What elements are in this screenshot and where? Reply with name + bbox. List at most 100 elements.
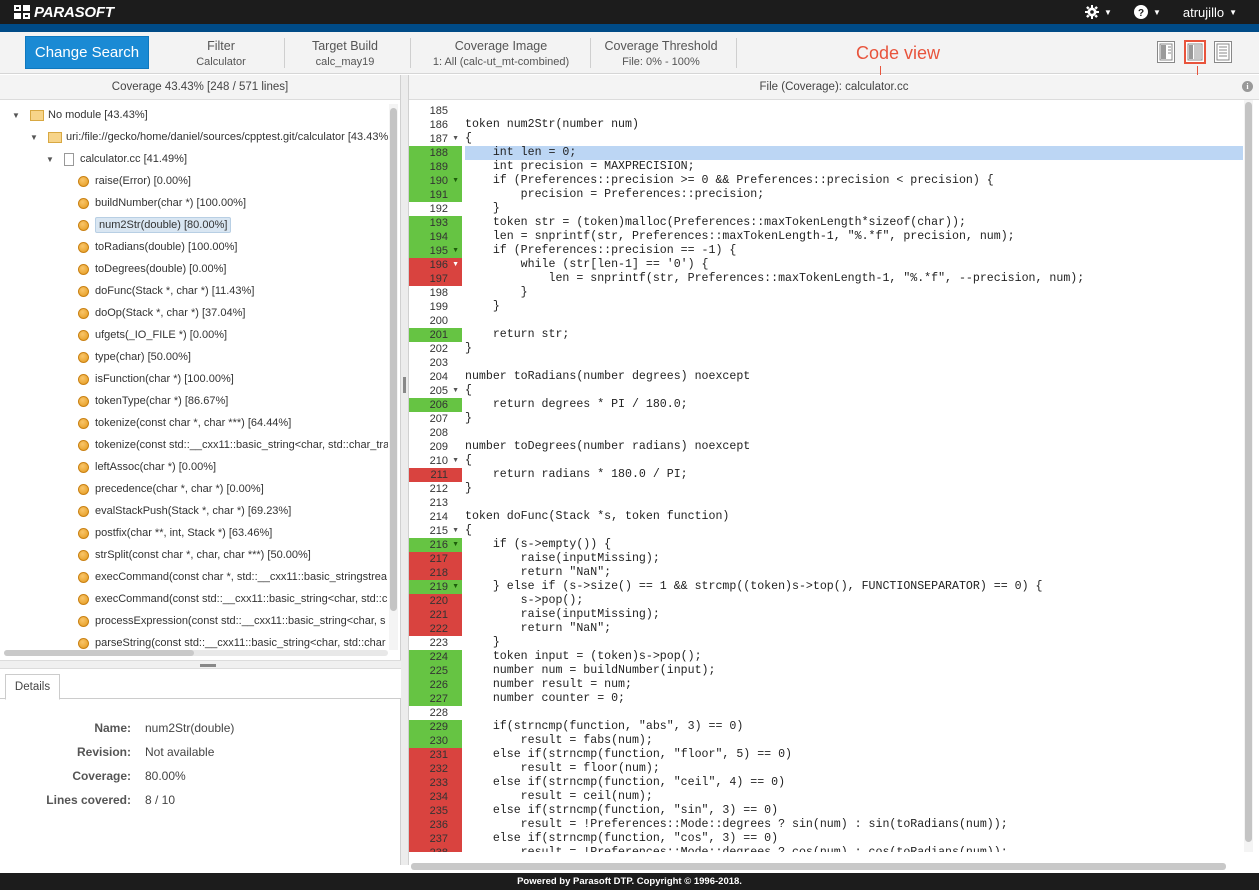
tree-node-function[interactable]: isFunction(char *) [100.00%] bbox=[78, 369, 234, 389]
target-build-info[interactable]: Target Build calc_may19 bbox=[290, 38, 400, 70]
tree-node-function[interactable]: toDegrees(double) [0.00%] bbox=[78, 259, 226, 279]
tree-node-function[interactable]: ufgets(_IO_FILE *) [0.00%] bbox=[78, 325, 227, 345]
expand-toggle-icon[interactable]: ▼ bbox=[46, 155, 56, 164]
fold-toggle-icon[interactable]: ▼ bbox=[452, 132, 459, 146]
code-line[interactable]: 212} bbox=[409, 482, 1243, 496]
code-line[interactable]: 200 bbox=[409, 314, 1243, 328]
expand-toggle-icon[interactable]: ▼ bbox=[12, 111, 22, 120]
help-menu[interactable]: ? ▼ bbox=[1133, 5, 1161, 19]
settings-menu[interactable]: ▼ bbox=[1085, 5, 1112, 19]
code-vertical-scrollbar[interactable] bbox=[1244, 100, 1253, 852]
tree-node-function[interactable]: execCommand(const char *, std::__cxx11::… bbox=[78, 567, 387, 587]
change-search-button[interactable]: Change Search bbox=[25, 36, 149, 69]
fold-toggle-icon[interactable]: ▼ bbox=[452, 524, 459, 538]
tree-node-function[interactable]: leftAssoc(char *) [0.00%] bbox=[78, 457, 216, 477]
code-line[interactable]: 193 token str = (token)malloc(Preference… bbox=[409, 216, 1243, 230]
code-line[interactable]: 228 bbox=[409, 706, 1243, 720]
code-line[interactable]: 191 precision = Preferences::precision; bbox=[409, 188, 1243, 202]
tree-node-module[interactable]: ▼ No module [43.43%] bbox=[12, 105, 148, 125]
coverage-threshold-info[interactable]: Coverage Threshold File: 0% - 100% bbox=[596, 38, 726, 70]
tree-node-function[interactable]: tokenType(char *) [86.67%] bbox=[78, 391, 228, 411]
code-line[interactable]: 213 bbox=[409, 496, 1243, 510]
code-line[interactable]: 222 return "NaN"; bbox=[409, 622, 1243, 636]
user-menu[interactable]: atrujillo ▼ bbox=[1183, 5, 1237, 20]
code-line[interactable]: 214 token doFunc(Stack *s, token function… bbox=[409, 510, 1243, 524]
code-line[interactable]: 225 number num = buildNumber(input); bbox=[409, 664, 1243, 678]
code-line[interactable]: 205 ▼ { bbox=[409, 384, 1243, 398]
scrollbar-thumb[interactable] bbox=[390, 108, 397, 611]
code-line[interactable]: 201 return str; bbox=[409, 328, 1243, 342]
fold-toggle-icon[interactable]: ▼ bbox=[452, 258, 459, 272]
tree-node-file[interactable]: ▼ calculator.cc [41.49%] bbox=[46, 149, 187, 169]
code-line[interactable]: 194 len = snprintf(str, Preferences::max… bbox=[409, 230, 1243, 244]
code-line[interactable]: 199 } bbox=[409, 300, 1243, 314]
tree-node-function[interactable]: execCommand(const std::__cxx11::basic_st… bbox=[78, 589, 387, 609]
fold-toggle-icon[interactable]: ▼ bbox=[452, 244, 459, 258]
code-line[interactable]: 203 bbox=[409, 356, 1243, 370]
code-line[interactable]: 237 else if(strncmp(function, "cos", 3) … bbox=[409, 832, 1243, 846]
tree-node-function[interactable]: buildNumber(char *) [100.00%] bbox=[78, 193, 246, 213]
code-line[interactable]: 198 } bbox=[409, 286, 1243, 300]
code-line[interactable]: 233 else if(strncmp(function, "ceil", 4)… bbox=[409, 776, 1243, 790]
code-horizontal-scrollbar[interactable] bbox=[411, 863, 1226, 870]
code-line[interactable]: 189 int precision = MAXPRECISION; bbox=[409, 160, 1243, 174]
tree-vertical-scrollbar[interactable] bbox=[389, 104, 398, 650]
code-line[interactable]: 195 ▼ if (Preferences::precision == -1) { bbox=[409, 244, 1243, 258]
fold-toggle-icon[interactable]: ▼ bbox=[452, 384, 459, 398]
code-line[interactable]: 188 int len = 0; bbox=[409, 146, 1243, 160]
filter-info[interactable]: Filter Calculator bbox=[171, 38, 271, 70]
fold-toggle-icon[interactable]: ▼ bbox=[452, 454, 459, 468]
code-line[interactable]: 217 raise(inputMissing); bbox=[409, 552, 1243, 566]
code-line[interactable]: 216 ▼ if (s->empty()) { bbox=[409, 538, 1243, 552]
code-line[interactable]: 202} bbox=[409, 342, 1243, 356]
info-icon[interactable]: i bbox=[1242, 81, 1253, 92]
tree-node-function[interactable]: type(char) [50.00%] bbox=[78, 347, 191, 367]
expand-toggle-icon[interactable]: ▼ bbox=[30, 133, 40, 142]
tree-node-function[interactable]: doOp(Stack *, char *) [37.04%] bbox=[78, 303, 245, 323]
scrollbar-thumb[interactable] bbox=[4, 650, 194, 656]
code-line[interactable]: 218 return "NaN"; bbox=[409, 566, 1243, 580]
scrollbar-thumb[interactable] bbox=[1245, 102, 1252, 842]
tree-node-function[interactable]: processExpression(const std::__cxx11::ba… bbox=[78, 611, 386, 631]
coverage-image-info[interactable]: Coverage Image 1: All (calc-ut_mt-combin… bbox=[416, 38, 586, 70]
code-line[interactable]: 223 } bbox=[409, 636, 1243, 650]
code-line[interactable]: 221 raise(inputMissing); bbox=[409, 608, 1243, 622]
code-line[interactable]: 192 } bbox=[409, 202, 1243, 216]
code-line[interactable]: 220 s->pop(); bbox=[409, 594, 1243, 608]
code-line[interactable]: 190 ▼ if (Preferences::precision >= 0 && … bbox=[409, 174, 1243, 188]
code-line[interactable]: 208 bbox=[409, 426, 1243, 440]
code-line[interactable]: 187 ▼ { bbox=[409, 132, 1243, 146]
code-line[interactable]: 219 ▼ } else if (s->size() == 1 && strcmp… bbox=[409, 580, 1243, 594]
code-line[interactable]: 238 result = !Preferences::Mode::degrees… bbox=[409, 846, 1243, 852]
code-line[interactable]: 197 len = snprintf(str, Preferences::max… bbox=[409, 272, 1243, 286]
tree-node-directory[interactable]: ▼ uri:/file://gecko/home/daniel/sources/… bbox=[30, 127, 388, 147]
full-code-view-icon[interactable] bbox=[1214, 41, 1232, 63]
code-line[interactable]: 196 ▼ while (str[len-1] == '0') { bbox=[409, 258, 1243, 272]
vertical-splitter[interactable] bbox=[401, 75, 409, 865]
code-line[interactable]: 226 number result = num; bbox=[409, 678, 1243, 692]
tree-node-function[interactable]: doFunc(Stack *, char *) [11.43%] bbox=[78, 281, 254, 301]
tab-details[interactable]: Details bbox=[5, 674, 60, 700]
code-line[interactable]: 236 result = !Preferences::Mode::degrees… bbox=[409, 818, 1243, 832]
tree-node-function[interactable]: tokenize(const std::__cxx11::basic_strin… bbox=[78, 435, 388, 455]
tree-node-function[interactable]: raise(Error) [0.00%] bbox=[78, 171, 191, 191]
tree-node-function[interactable]: toRadians(double) [100.00%] bbox=[78, 237, 237, 257]
parasoft-logo[interactable]: PARASOFT bbox=[14, 4, 114, 21]
code-line[interactable]: 207} bbox=[409, 412, 1243, 426]
code-view-icon[interactable] bbox=[1184, 40, 1206, 64]
code-line[interactable]: 229 if(strncmp(function, "abs", 3) == 0) bbox=[409, 720, 1243, 734]
code-line[interactable]: 227 number counter = 0; bbox=[409, 692, 1243, 706]
code-line[interactable]: 209 number toDegrees(number radians) noex… bbox=[409, 440, 1243, 454]
tree-node-function[interactable]: strSplit(const char *, char, char ***) [… bbox=[78, 545, 311, 565]
code-line[interactable]: 204 number toRadians(number degrees) noex… bbox=[409, 370, 1243, 384]
tree-only-view-icon[interactable] bbox=[1157, 41, 1175, 63]
fold-toggle-icon[interactable]: ▼ bbox=[452, 580, 459, 594]
tree-horizontal-scrollbar[interactable] bbox=[4, 650, 388, 656]
horizontal-splitter[interactable] bbox=[0, 660, 401, 669]
code-line[interactable]: 230 result = fabs(num); bbox=[409, 734, 1243, 748]
tree-node-function-selected[interactable]: num2Str(double) [80.00%] bbox=[78, 215, 232, 235]
fold-toggle-icon[interactable]: ▼ bbox=[452, 174, 459, 188]
code-line[interactable]: 210 ▼ { bbox=[409, 454, 1243, 468]
code-line[interactable]: 235 else if(strncmp(function, "sin", 3) … bbox=[409, 804, 1243, 818]
tree-node-function[interactable]: tokenize(const char *, char ***) [64.44%… bbox=[78, 413, 291, 433]
